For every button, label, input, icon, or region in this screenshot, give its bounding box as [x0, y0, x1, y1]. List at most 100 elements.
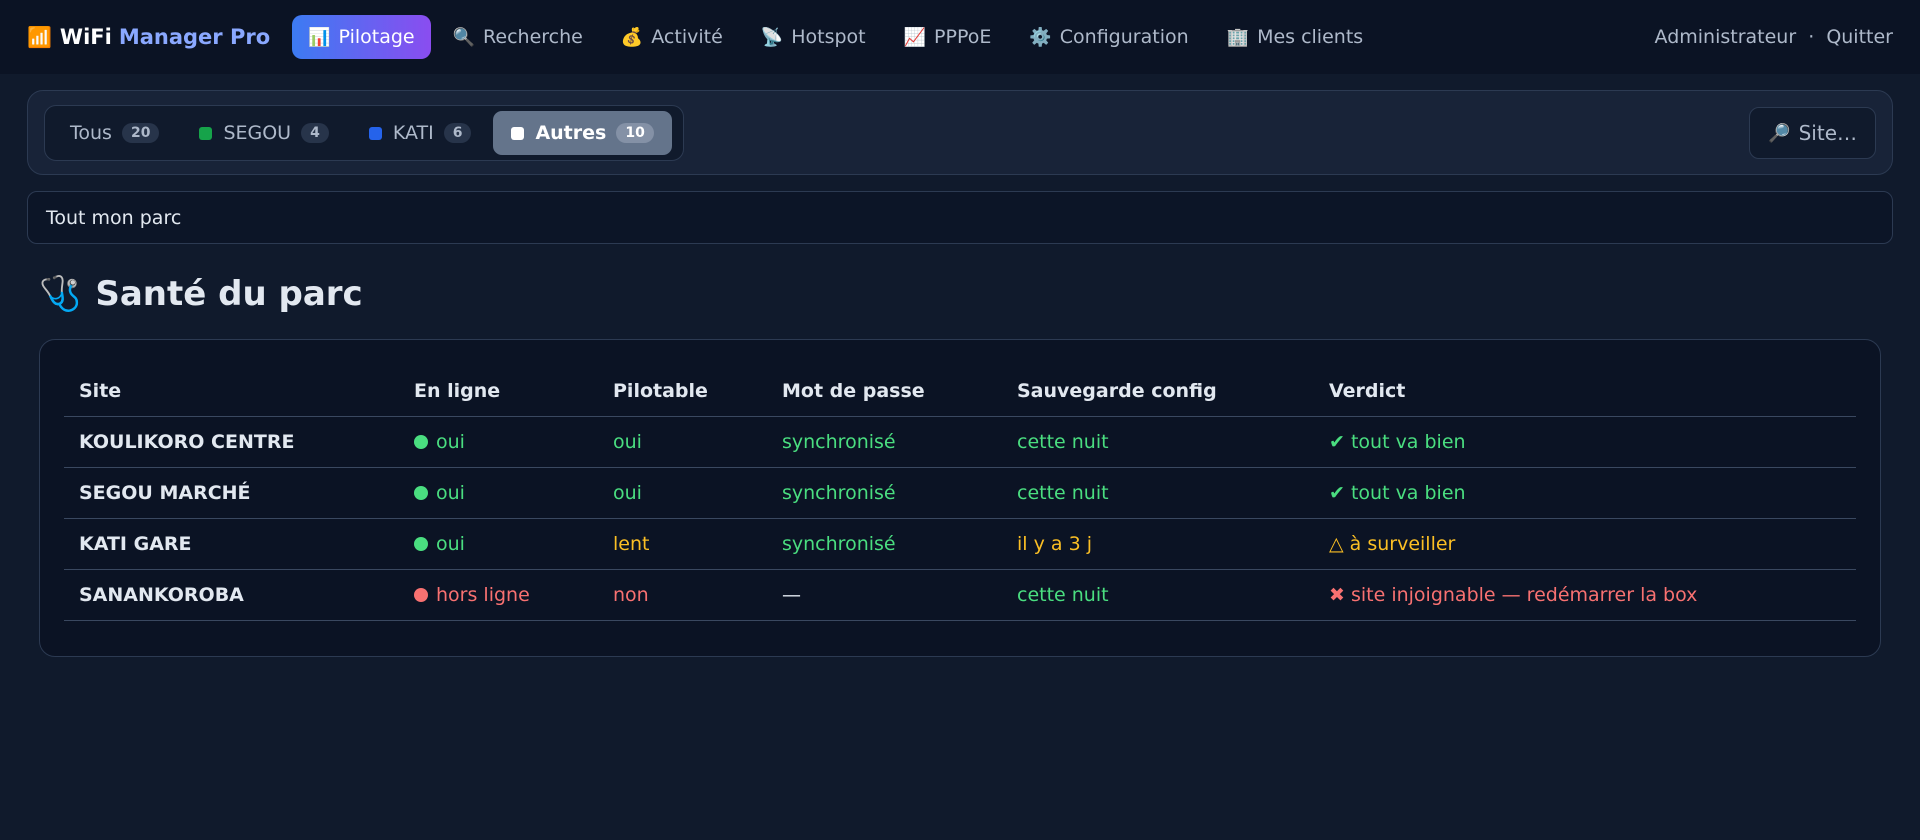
- trend-chart-icon: 📈: [903, 26, 927, 48]
- bar-chart-icon: 📊: [308, 26, 331, 48]
- password-cell: —: [767, 569, 1002, 621]
- region-color-swatch: [368, 126, 382, 140]
- online-value: oui: [436, 430, 465, 453]
- site-name: SANANKOROBA: [64, 569, 399, 621]
- site-name: KOULIKORO CENTRE: [64, 416, 399, 468]
- online-value: oui: [436, 532, 465, 555]
- column-header-backup: Sauvegarde config: [1002, 366, 1314, 417]
- page-title-text: Santé du parc: [95, 274, 363, 314]
- site-search-label: Site…: [1798, 121, 1857, 145]
- password-cell: synchronisé: [767, 467, 1002, 519]
- brand-accent: Manager Pro: [118, 25, 271, 49]
- top-navigation-bar: 📶 WiFi Manager Pro 📊 Pilotage 🔍 Recherch…: [0, 0, 1920, 74]
- filter-label: Autres: [535, 122, 607, 144]
- wifi-signal-icon: 📶: [27, 25, 52, 49]
- password-cell: synchronisé: [767, 518, 1002, 570]
- gear-icon: ⚙️: [1029, 26, 1052, 48]
- fleet-health-table: Site En ligne Pilotable Mot de passe Sau…: [64, 366, 1856, 621]
- fleet-health-card: Site En ligne Pilotable Mot de passe Sau…: [39, 339, 1881, 657]
- pilotable-cell: oui: [598, 416, 767, 468]
- office-building-icon: 🏢: [1226, 26, 1250, 48]
- filter-autres[interactable]: Autres 10: [493, 111, 672, 155]
- filter-count-badge: 4: [301, 123, 329, 143]
- online-value: oui: [436, 481, 465, 504]
- verdict-cell: ✔ tout va bien: [1314, 467, 1856, 519]
- nav-item-mes-clients[interactable]: 🏢 Mes clients: [1211, 15, 1380, 59]
- online-cell: oui: [399, 467, 598, 519]
- table-header-row: Site En ligne Pilotable Mot de passe Sau…: [64, 366, 1856, 417]
- filter-count-badge: 20: [121, 123, 160, 143]
- stethoscope-icon: 🩺: [39, 274, 82, 314]
- online-cell: hors ligne: [399, 569, 598, 621]
- nav-item-label: Configuration: [1059, 26, 1189, 48]
- status-dot-icon: [414, 485, 428, 500]
- user-area: Administrateur · Quitter: [1655, 26, 1893, 48]
- table-row[interactable]: KOULIKORO CENTRE oui oui synchronisé cet…: [64, 416, 1856, 468]
- filter-kati[interactable]: KATI 6: [351, 111, 490, 155]
- satellite-antenna-icon: 📡: [760, 26, 784, 48]
- nav-item-label: Activité: [651, 26, 723, 48]
- nav-item-pilotage[interactable]: 📊 Pilotage: [292, 15, 431, 59]
- filter-tous[interactable]: Tous 20: [52, 111, 177, 155]
- region-color-swatch: [511, 126, 525, 140]
- site-name: KATI GARE: [64, 518, 399, 570]
- status-dot-icon: [414, 434, 428, 449]
- magnifier-icon: 🔍: [452, 26, 476, 48]
- filter-label: KATI: [392, 122, 434, 144]
- nav-item-label: Hotspot: [791, 26, 866, 48]
- nav-item-activite[interactable]: 💰 Activité: [605, 15, 739, 59]
- nav-item-recherche[interactable]: 🔍 Recherche: [437, 15, 599, 59]
- nav-item-configuration[interactable]: ⚙️ Configuration: [1013, 15, 1204, 59]
- scope-select[interactable]: Tout mon parc: [27, 191, 1893, 244]
- backup-cell: cette nuit: [1002, 416, 1314, 468]
- backup-cell: il y a 3 j: [1002, 518, 1314, 570]
- verdict-cell: △ à surveiller: [1314, 518, 1856, 570]
- verdict-cell: ✔ tout va bien: [1314, 416, 1856, 468]
- app-brand[interactable]: 📶 WiFi Manager Pro: [27, 25, 270, 49]
- logout-link[interactable]: Quitter: [1826, 26, 1893, 48]
- site-name: SEGOU MARCHÉ: [64, 467, 399, 519]
- status-dot-icon: [414, 536, 428, 551]
- filter-count-badge: 10: [616, 123, 654, 143]
- table-row[interactable]: SEGOU MARCHÉ oui oui synchronisé cette n…: [64, 467, 1856, 519]
- online-value: hors ligne: [436, 583, 530, 606]
- column-header-site: Site: [64, 366, 399, 417]
- site-search-button[interactable]: 🔎 Site…: [1749, 107, 1876, 159]
- region-color-swatch: [199, 126, 213, 140]
- nav-item-label: Pilotage: [338, 26, 415, 48]
- column-header-online: En ligne: [399, 366, 598, 417]
- table-row[interactable]: KATI GARE oui lent synchronisé il y a 3 …: [64, 518, 1856, 570]
- user-name: Administrateur: [1654, 26, 1797, 48]
- nav-item-label: PPPoE: [934, 26, 992, 48]
- nav-item-pppoe[interactable]: 📈 PPPoE: [888, 15, 1008, 59]
- filter-segou[interactable]: SEGOU 4: [181, 111, 346, 155]
- status-dot-icon: [414, 587, 428, 602]
- online-cell: oui: [399, 416, 598, 468]
- nav-item-label: Mes clients: [1257, 26, 1364, 48]
- online-cell: oui: [399, 518, 598, 570]
- verdict-cell: ✖ site injoignable — redémarrer la box: [1314, 569, 1856, 621]
- scope-selected-value: Tout mon parc: [46, 206, 182, 229]
- pilotable-cell: oui: [598, 467, 767, 519]
- nav-item-label: Recherche: [483, 26, 583, 48]
- filter-label: SEGOU: [223, 122, 292, 144]
- password-cell: synchronisé: [767, 416, 1002, 468]
- user-separator: ·: [1808, 26, 1815, 48]
- column-header-pilotable: Pilotable: [598, 366, 767, 417]
- region-segmented-control: Tous 20 SEGOU 4 KATI 6 Autres 10: [44, 105, 684, 161]
- filter-label: Tous: [70, 122, 112, 144]
- column-header-verdict: Verdict: [1314, 366, 1856, 417]
- page-title: 🩺 Santé du parc: [39, 274, 363, 314]
- region-filter-panel: Tous 20 SEGOU 4 KATI 6 Autres 10 🔎 Site…: [27, 90, 1893, 175]
- nav-item-hotspot[interactable]: 📡 Hotspot: [745, 15, 882, 59]
- column-header-password: Mot de passe: [767, 366, 1002, 417]
- pilotable-cell: non: [598, 569, 767, 621]
- pilotable-cell: lent: [598, 518, 767, 570]
- magnifier-icon: 🔎: [1768, 122, 1791, 144]
- backup-cell: cette nuit: [1002, 467, 1314, 519]
- filter-count-badge: 6: [443, 123, 472, 143]
- brand-name: WiFi: [59, 25, 112, 49]
- table-row[interactable]: SANANKOROBA hors ligne non — cette nuit …: [64, 569, 1856, 621]
- backup-cell: cette nuit: [1002, 569, 1314, 621]
- money-bag-icon: 💰: [620, 26, 644, 48]
